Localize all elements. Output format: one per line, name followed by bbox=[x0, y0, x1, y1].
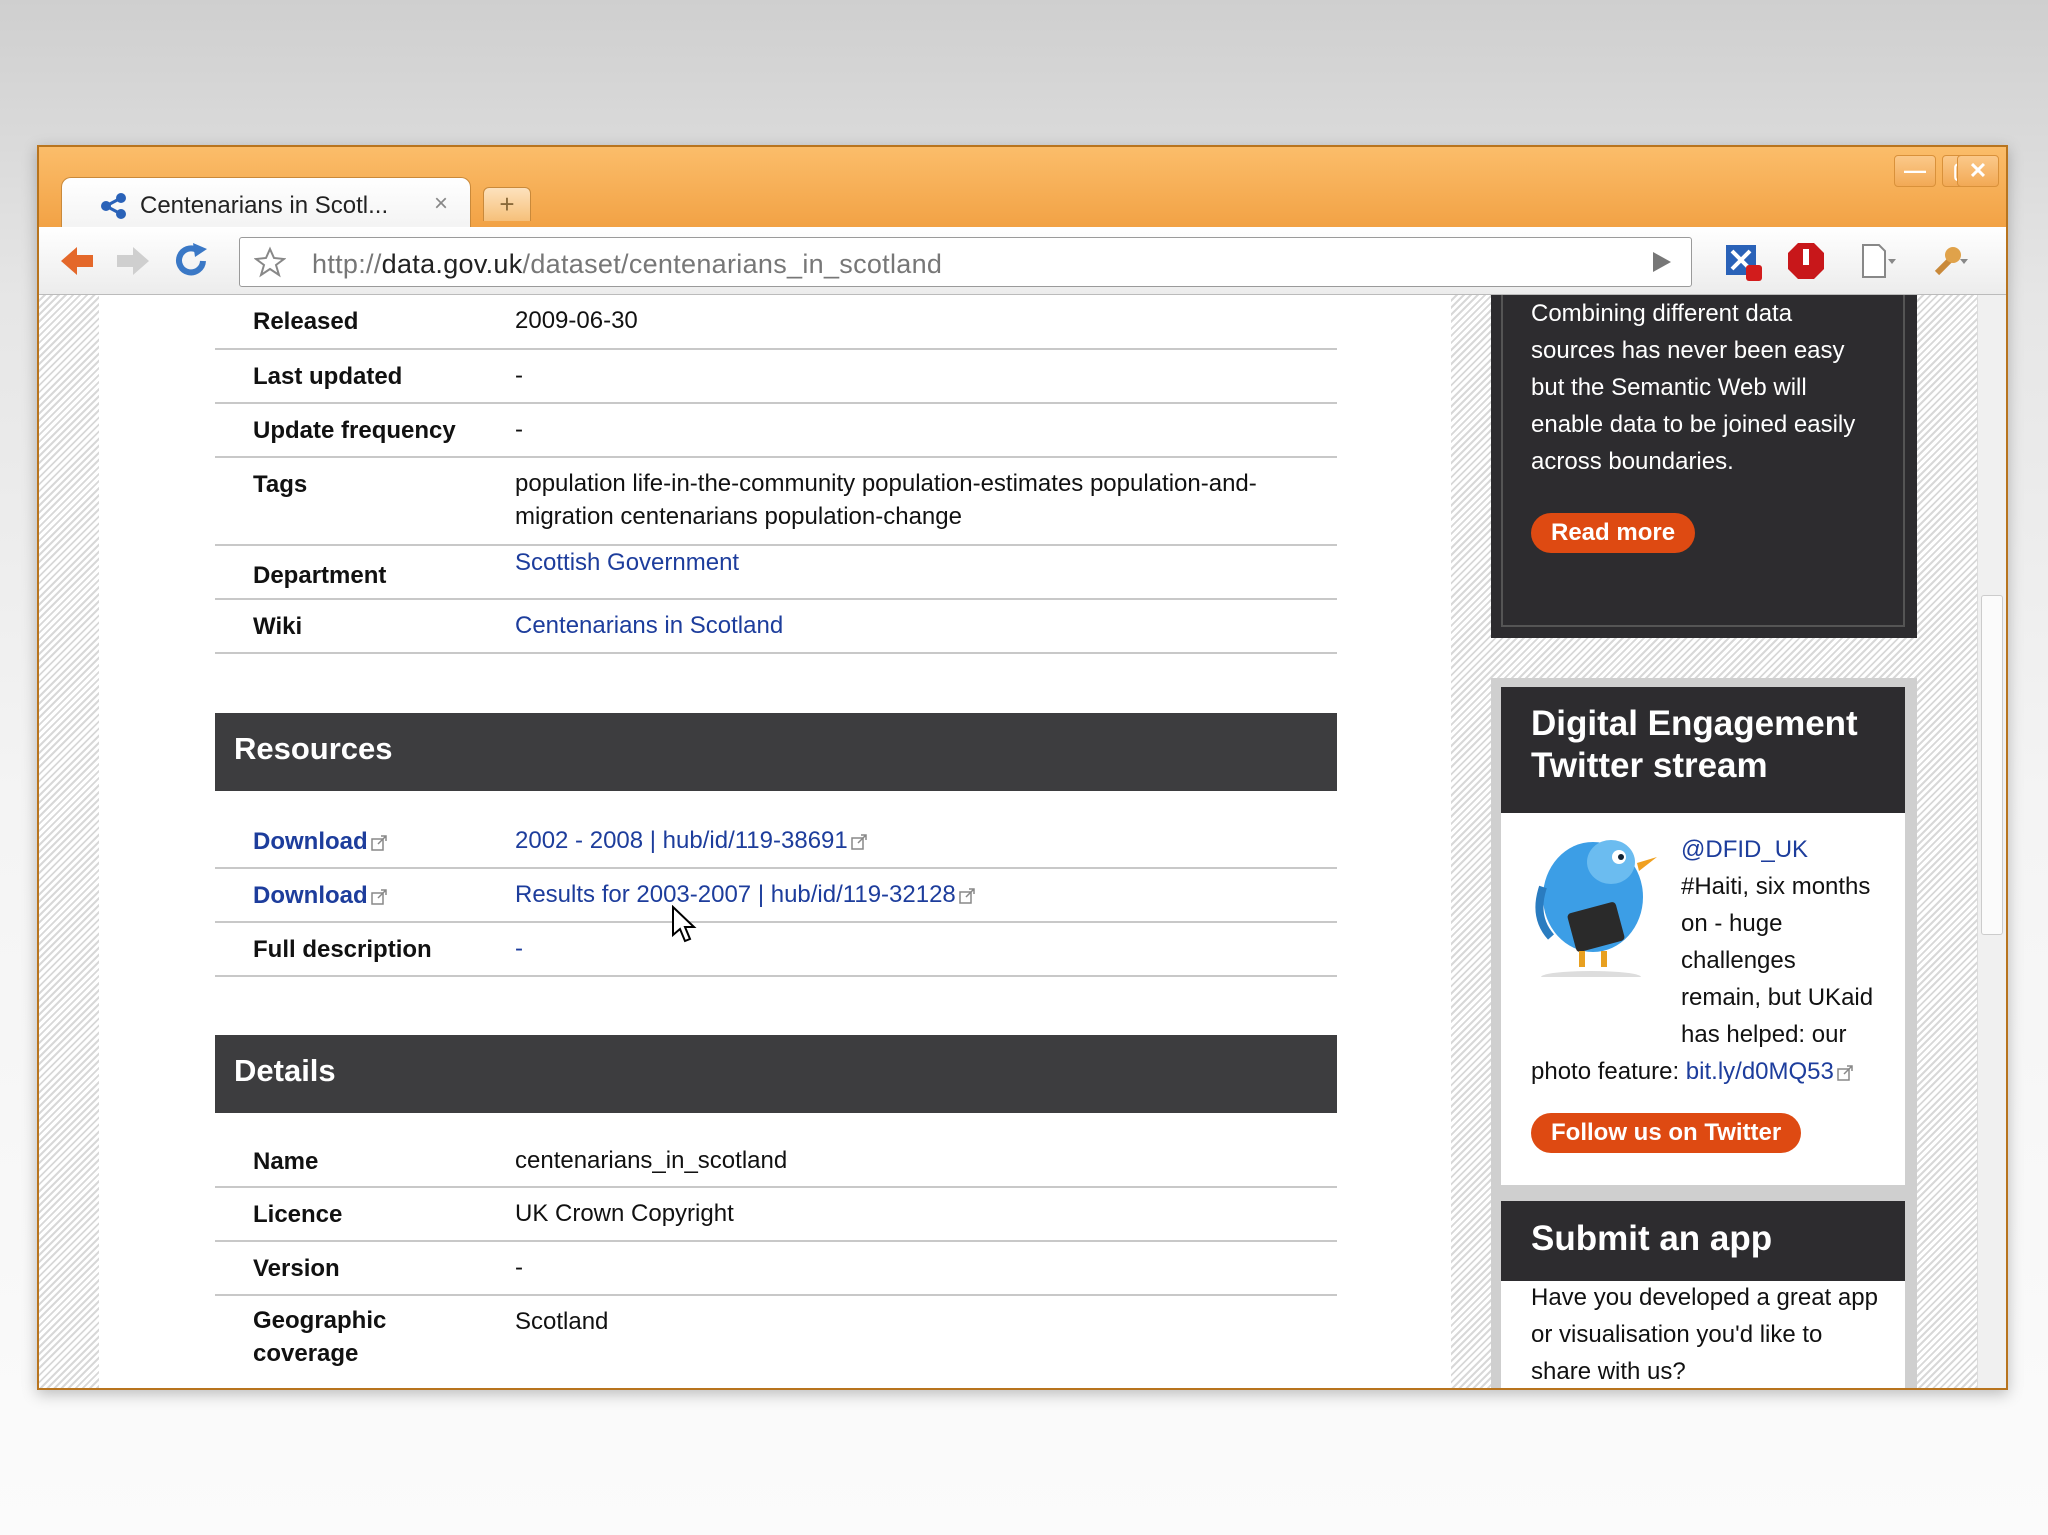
semantic-web-panel: Combining different data sources has nev… bbox=[1491, 295, 1917, 638]
external-link-icon bbox=[1837, 1064, 1853, 1081]
external-link-icon bbox=[370, 888, 387, 905]
mouse-pointer-icon bbox=[672, 905, 697, 943]
close-window-button[interactable]: ✕ bbox=[1957, 155, 1999, 187]
minimize-button[interactable]: — bbox=[1894, 155, 1936, 187]
address-bar[interactable]: http://data.gov.uk/dataset/centenarians_… bbox=[239, 237, 1692, 287]
forward-arrow-icon[interactable] bbox=[113, 241, 153, 281]
follow-twitter-button[interactable]: Follow us on Twitter bbox=[1531, 1113, 1802, 1153]
sidebar: Combining different data sources has nev… bbox=[1491, 295, 1959, 1388]
browser-tab[interactable]: Centenarians in Scotl... × bbox=[61, 177, 471, 229]
semantic-web-text: Combining different data sources has nev… bbox=[1531, 300, 1856, 475]
details-row-geographic-coverage: Geographic coverage Scotland bbox=[253, 1307, 609, 1367]
page-viewport: Released 2009-06-30 Last updated - Updat… bbox=[39, 295, 2006, 1388]
download-link[interactable]: Download bbox=[253, 828, 387, 856]
twitter-stream-panel: @DFID_UK #Haiti, six months on - huge ch… bbox=[1501, 813, 1905, 1185]
resource-link[interactable]: 2002 - 2008 | hub/id/119-38691 bbox=[515, 824, 1295, 857]
info-row-department: Department Scottish Government bbox=[215, 546, 1337, 600]
external-link-icon bbox=[959, 887, 975, 904]
toolbar: http://data.gov.uk/dataset/centenarians_… bbox=[39, 227, 2006, 295]
info-row-tags: Tags population life-in-the-community po… bbox=[215, 458, 1337, 546]
twitter-handle: @DFID_UK bbox=[1681, 836, 1809, 863]
adblock-stop-icon[interactable] bbox=[1786, 241, 1826, 281]
go-arrow-icon[interactable] bbox=[1651, 250, 1673, 274]
submit-app-heading-box: Submit an app bbox=[1501, 1201, 1905, 1281]
full-description-link[interactable]: - bbox=[515, 932, 1295, 965]
tweet-text: @DFID_UK #Haiti, six months on - huge ch… bbox=[1531, 831, 1881, 1090]
details-heading: Details bbox=[215, 1035, 1337, 1113]
details-row-licence: Licence UK Crown Copyright bbox=[215, 1188, 1337, 1242]
url-text: http://data.gov.uk/dataset/centenarians_… bbox=[312, 249, 943, 279]
wiki-link[interactable]: Centenarians in Scotland bbox=[515, 609, 1295, 642]
back-arrow-icon[interactable] bbox=[57, 241, 97, 281]
info-row-last-updated: Last updated - bbox=[215, 350, 1337, 404]
submit-app-text: Have you developed a great app or visual… bbox=[1531, 1284, 1878, 1385]
new-tab-button[interactable]: + bbox=[483, 187, 531, 221]
twitter-heading-box: Digital Engagement Twitter stream bbox=[1501, 687, 1905, 813]
submit-app-heading: Submit an app bbox=[1531, 1219, 1773, 1258]
vertical-scrollbar[interactable] bbox=[1977, 295, 2006, 1388]
share-nodes-icon bbox=[101, 193, 126, 219]
info-row-wiki: Wiki Centenarians in Scotland bbox=[215, 600, 1337, 654]
resources-heading: Resources bbox=[215, 713, 1337, 791]
info-row-released: Released 2009-06-30 bbox=[215, 295, 1337, 350]
department-link[interactable]: Scottish Government bbox=[515, 546, 1295, 579]
resource-row: Download Results for 2003-2007 | hub/id/… bbox=[215, 869, 1337, 923]
tab-title: Centenarians in Scotl... bbox=[140, 192, 389, 219]
scrollbar-thumb[interactable] bbox=[1981, 595, 2003, 935]
left-pattern bbox=[39, 295, 99, 1388]
details-row-version: Version - bbox=[215, 1242, 1337, 1296]
submit-app-panel: Have you developed a great app or visual… bbox=[1501, 1281, 1905, 1388]
download-link[interactable]: Download bbox=[253, 882, 387, 910]
info-row-update-frequency: Update frequency - bbox=[215, 404, 1337, 458]
extension-x-icon[interactable] bbox=[1724, 241, 1764, 281]
reload-icon[interactable] bbox=[171, 241, 211, 281]
resource-link[interactable]: Results for 2003-2007 | hub/id/119-32128 bbox=[515, 878, 1295, 911]
tab-close-icon[interactable]: × bbox=[434, 190, 448, 218]
external-link-icon bbox=[370, 834, 387, 851]
bookmark-star-icon[interactable] bbox=[254, 246, 286, 278]
page-menu-icon[interactable] bbox=[1857, 241, 1897, 281]
read-more-button[interactable]: Read more bbox=[1531, 513, 1696, 553]
browser-window: — ▢ ✕ Centenarians in Scotl... × + bbox=[37, 145, 2008, 1390]
tweet-link[interactable]: bit.ly/d0MQ53 bbox=[1686, 1058, 1834, 1085]
external-link-icon bbox=[850, 833, 867, 850]
resource-row-full-description: Full description - bbox=[215, 923, 1337, 977]
wrench-icon[interactable] bbox=[1929, 241, 1969, 281]
details-row-name: Name centenarians_in_scotland bbox=[215, 1134, 1337, 1188]
twitter-heading: Digital Engagement Twitter stream bbox=[1531, 704, 1858, 785]
resource-row: Download 2002 - 2008 | hub/id/119-38691 bbox=[215, 815, 1337, 869]
